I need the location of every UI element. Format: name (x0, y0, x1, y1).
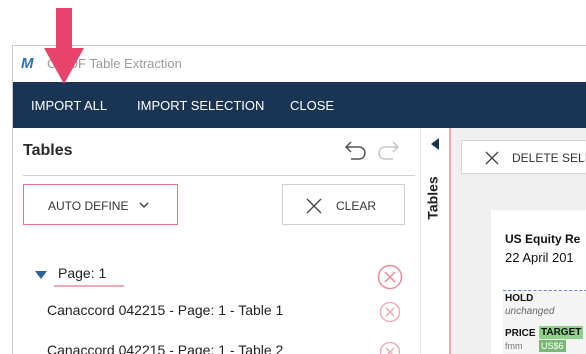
side-tab-label: Tables (424, 176, 441, 220)
panel-title: Tables (23, 142, 73, 159)
auto-define-button[interactable]: AUTO DEFINE (23, 184, 178, 225)
doc-unchanged: unchanged (505, 306, 555, 317)
side-tab-strip[interactable]: Tables (420, 128, 449, 354)
divider (23, 175, 415, 176)
import-all-button[interactable]: IMPORT ALL (31, 98, 107, 113)
pdf-page-preview[interactable]: US Equity Re 22 April 201 HOLD unchanged… (491, 210, 586, 354)
close-button[interactable]: CLOSE (290, 98, 334, 113)
page-label: Page: 1 (58, 265, 107, 281)
chevron-down-icon (139, 202, 149, 208)
remove-page-icon[interactable] (377, 264, 403, 290)
app-logo-icon: M (21, 55, 34, 72)
clear-button[interactable]: CLEAR (282, 184, 405, 225)
menu-bar: IMPORT ALL IMPORT SELECTION CLOSE (13, 82, 586, 128)
delete-selection-label: DELETE SELI (512, 151, 586, 165)
collapse-left-icon[interactable] (430, 138, 440, 150)
delete-selection-button[interactable]: DELETE SELI (461, 140, 586, 174)
remove-table-icon[interactable] (379, 301, 401, 323)
table-list-item[interactable]: Canaccord 042215 - Page: 1 - Table 2 (47, 342, 283, 354)
doc-date: 22 April 201 (505, 250, 574, 265)
table-list-item[interactable]: Canaccord 042215 - Page: 1 - Table 1 (47, 302, 283, 318)
doc-hold: HOLD (505, 293, 534, 304)
preview-panel: DELETE SELI US Equity Re 22 April 201 HO… (451, 128, 586, 354)
doc-target: TARGET (539, 326, 584, 339)
app-window: M C PDF Table Extraction IMPORT ALL IMPO… (12, 45, 586, 354)
import-selection-button[interactable]: IMPORT SELECTION (137, 98, 264, 113)
tables-panel: Tables AUTO DEFINE CLEAR Page: 1 Canacco… (13, 128, 420, 354)
clear-label: CLEAR (336, 199, 377, 213)
doc-fm: fmm (505, 341, 523, 351)
close-icon (485, 151, 499, 165)
auto-define-label: AUTO DEFINE (48, 199, 129, 213)
remove-table-icon[interactable] (379, 341, 401, 354)
redo-icon[interactable] (375, 138, 405, 162)
collapse-triangle-icon[interactable] (35, 270, 47, 280)
screenshot-stage: M C PDF Table Extraction IMPORT ALL IMPO… (0, 0, 586, 354)
doc-price: PRICE (505, 328, 536, 339)
detected-table-region[interactable]: HOLD unchanged PRICE TARGET fmm US$6 (503, 290, 586, 354)
close-icon (306, 198, 322, 214)
title-bar: M C PDF Table Extraction (13, 46, 586, 82)
doc-heading: US Equity Re (505, 232, 581, 246)
doc-usd: US$6 (539, 340, 566, 352)
pointer-arrow-icon (44, 8, 84, 84)
page-group[interactable]: Page: 1 (35, 263, 415, 291)
undo-icon[interactable] (339, 138, 369, 162)
page-underline (54, 285, 124, 287)
